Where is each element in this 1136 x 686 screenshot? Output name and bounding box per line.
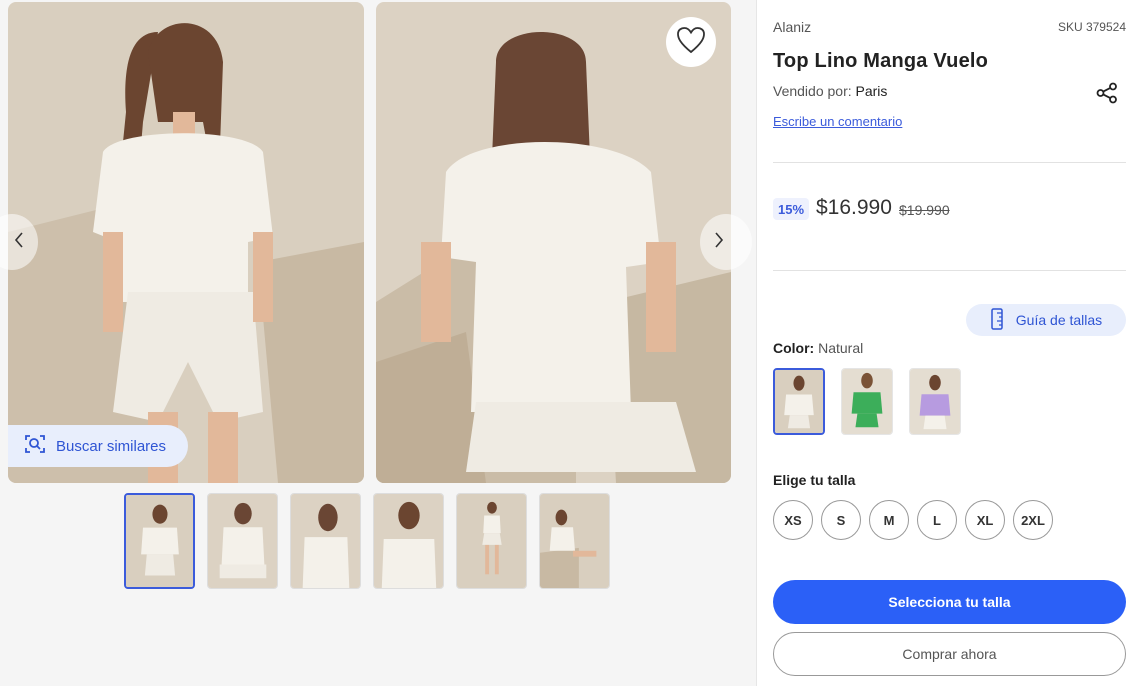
current-price: $16.990: [816, 196, 892, 219]
size-2xl-button[interactable]: 2XL: [1013, 500, 1053, 540]
product-photo-front[interactable]: [8, 2, 364, 483]
divider: [773, 162, 1126, 163]
sku-label: SKU 379524: [1057, 20, 1126, 34]
size-s-button[interactable]: S: [821, 500, 861, 540]
color-swatch-natural[interactable]: [773, 368, 825, 435]
color-swatches: [773, 368, 961, 435]
product-gallery: Buscar similares: [0, 0, 752, 686]
size-guide-button[interactable]: Guía de tallas: [966, 304, 1126, 336]
size-m-button[interactable]: M: [869, 500, 909, 540]
color-label: Color: Natural: [773, 340, 863, 356]
seller-name[interactable]: Paris: [856, 83, 888, 99]
thumbnail-6[interactable]: [539, 493, 610, 589]
next-image-button[interactable]: [700, 214, 752, 270]
ruler-icon: [990, 307, 1004, 333]
share-icon: [1096, 82, 1118, 108]
favorite-button[interactable]: [666, 17, 716, 67]
seller-info: Vendido por: Paris: [773, 83, 887, 99]
thumbnail-5[interactable]: [456, 493, 527, 589]
color-swatch-lilac[interactable]: [909, 368, 961, 435]
thumbnail-2[interactable]: [207, 493, 278, 589]
original-price: $19.990: [899, 202, 950, 218]
size-guide-label: Guía de tallas: [1015, 312, 1103, 328]
color-swatch-green[interactable]: [841, 368, 893, 435]
thumbnail-4[interactable]: [373, 493, 444, 589]
product-info-panel: Alaniz SKU 379524 Top Lino Manga Vuelo V…: [756, 0, 1136, 686]
write-review-link[interactable]: Escribe un comentario: [773, 114, 902, 129]
brand-name[interactable]: Alaniz: [773, 19, 811, 35]
size-label: Elige tu talla: [773, 472, 856, 488]
seller-prefix: Vendido por:: [773, 83, 852, 99]
size-xs-button[interactable]: XS: [773, 500, 813, 540]
heart-icon: [676, 26, 706, 59]
product-page: Buscar similares Alaniz SKU 379524 Top L…: [0, 0, 1136, 686]
thumbnail-strip: [124, 493, 610, 589]
product-title: Top Lino Manga Vuelo: [773, 50, 989, 72]
chevron-right-icon: [713, 231, 725, 254]
chevron-left-icon: [13, 231, 25, 254]
select-size-button[interactable]: Selecciona tu talla: [773, 580, 1126, 624]
size-xl-button[interactable]: XL: [965, 500, 1005, 540]
search-similar-button[interactable]: Buscar similares: [8, 425, 189, 467]
visual-search-icon: [24, 433, 46, 459]
product-photo-back[interactable]: [376, 2, 731, 483]
buy-now-button[interactable]: Comprar ahora: [773, 632, 1126, 676]
selected-color: Natural: [818, 340, 864, 356]
share-button[interactable]: [1096, 82, 1118, 109]
search-similar-label: Buscar similares: [56, 437, 167, 455]
color-label-prefix: Color:: [773, 340, 815, 356]
size-l-button[interactable]: L: [917, 500, 957, 540]
size-options: XS S M L XL 2XL: [773, 500, 1053, 540]
thumbnail-1[interactable]: [124, 493, 195, 589]
divider: [773, 270, 1126, 271]
thumbnail-3[interactable]: [290, 493, 361, 589]
discount-badge: 15%: [773, 198, 809, 220]
